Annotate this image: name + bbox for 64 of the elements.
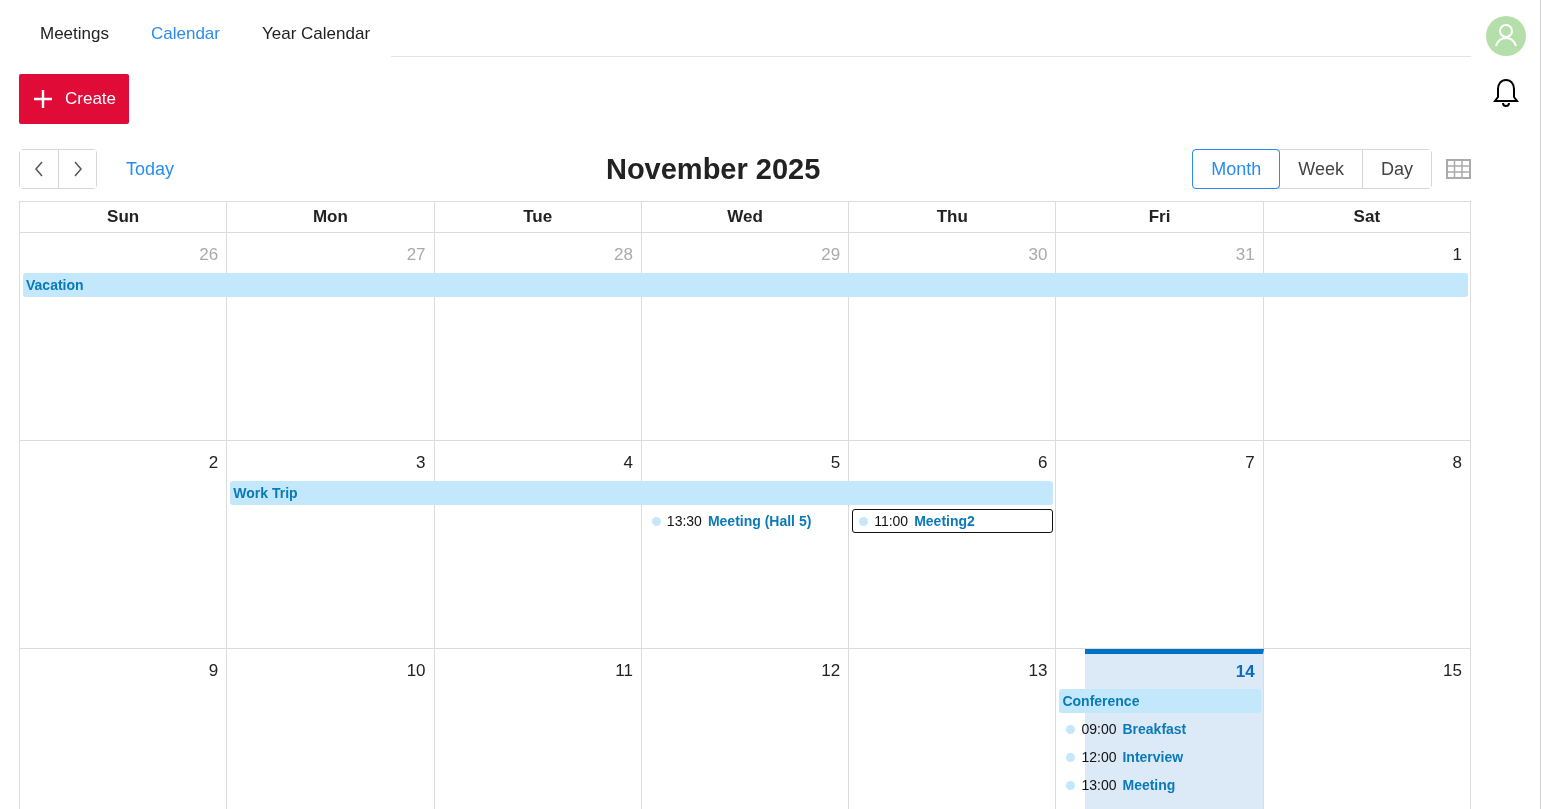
day-number: 13 bbox=[1027, 660, 1049, 682]
day-number: 10 bbox=[405, 660, 427, 682]
day-number: 5 bbox=[829, 452, 842, 474]
plus-icon bbox=[33, 89, 53, 109]
weekday-header: Tue bbox=[434, 202, 642, 233]
weekday-header: Thu bbox=[849, 202, 1057, 233]
event-dot-icon bbox=[1066, 752, 1076, 762]
event-bar[interactable]: Work Trip bbox=[230, 481, 1054, 505]
event-item[interactable]: 13:00 Meeting bbox=[1059, 773, 1261, 797]
weekday-header: Mon bbox=[227, 202, 435, 233]
next-button[interactable] bbox=[58, 150, 96, 188]
event-title: Breakfast bbox=[1122, 721, 1187, 737]
event-dot-icon bbox=[1066, 724, 1076, 734]
day-number: 29 bbox=[820, 244, 842, 266]
event-item[interactable]: 09:00 Breakfast bbox=[1059, 717, 1261, 741]
day-number: 28 bbox=[612, 244, 634, 266]
day-number: 6 bbox=[1036, 452, 1049, 474]
chevron-left-icon bbox=[34, 161, 44, 177]
table-grid-icon[interactable] bbox=[1446, 159, 1471, 179]
event-time: 13:00 bbox=[1081, 777, 1117, 793]
event-time: 12:00 bbox=[1081, 749, 1117, 765]
weekday-header: Sun bbox=[20, 202, 228, 233]
event-title: Interview bbox=[1122, 749, 1184, 765]
day-number: 26 bbox=[198, 244, 220, 266]
tab[interactable]: Year Calendar bbox=[241, 0, 392, 57]
day-number: 11 bbox=[614, 660, 634, 682]
event-bar[interactable]: Vacation bbox=[23, 273, 1468, 297]
day-number: 4 bbox=[622, 452, 634, 474]
bell-icon[interactable] bbox=[1492, 78, 1519, 108]
event-dot-icon bbox=[651, 516, 661, 526]
day-number: 15 bbox=[1442, 660, 1463, 682]
event-title: Meeting (Hall 5) bbox=[707, 513, 812, 529]
day-number: 1 bbox=[1451, 244, 1463, 266]
view-button[interactable]: Day bbox=[1362, 150, 1431, 188]
month-title: November 2025 bbox=[604, 152, 822, 186]
create-button[interactable]: Create bbox=[19, 74, 130, 124]
day-number: 3 bbox=[415, 452, 427, 474]
event-item[interactable]: 11:00 Meeting2 bbox=[852, 509, 1054, 533]
event-bar[interactable]: Conference bbox=[1059, 689, 1261, 713]
day-number: 8 bbox=[1451, 452, 1463, 474]
tab[interactable]: Meetings bbox=[19, 0, 130, 57]
event-time: 13:30 bbox=[666, 513, 702, 529]
day-number: 30 bbox=[1027, 244, 1049, 266]
avatar-icon[interactable] bbox=[1485, 16, 1526, 56]
event-time: 09:00 bbox=[1081, 721, 1117, 737]
weekday-header: Fri bbox=[1056, 202, 1264, 233]
day-number: 27 bbox=[405, 244, 427, 266]
day-number: 9 bbox=[207, 660, 220, 682]
weekday-header: Sat bbox=[1263, 202, 1471, 233]
event-title: Meeting2 bbox=[914, 513, 975, 529]
day-number: 7 bbox=[1244, 452, 1256, 474]
chevron-right-icon bbox=[72, 161, 83, 177]
day-number: 31 bbox=[1234, 244, 1256, 266]
day-number: 12 bbox=[820, 660, 842, 682]
event-item[interactable]: 12:00 Interview bbox=[1059, 745, 1261, 769]
day-number: 14 bbox=[1234, 661, 1256, 683]
day-number: 2 bbox=[207, 452, 220, 474]
event-title: Meeting bbox=[1122, 777, 1176, 793]
event-dot-icon bbox=[859, 516, 869, 526]
tab[interactable]: Calendar bbox=[130, 0, 241, 57]
event-time: 11:00 bbox=[874, 513, 909, 529]
event-item[interactable]: 13:30 Meeting (Hall 5) bbox=[644, 509, 847, 533]
weekday-header: Wed bbox=[641, 202, 850, 233]
event-dot-icon bbox=[1066, 780, 1076, 790]
